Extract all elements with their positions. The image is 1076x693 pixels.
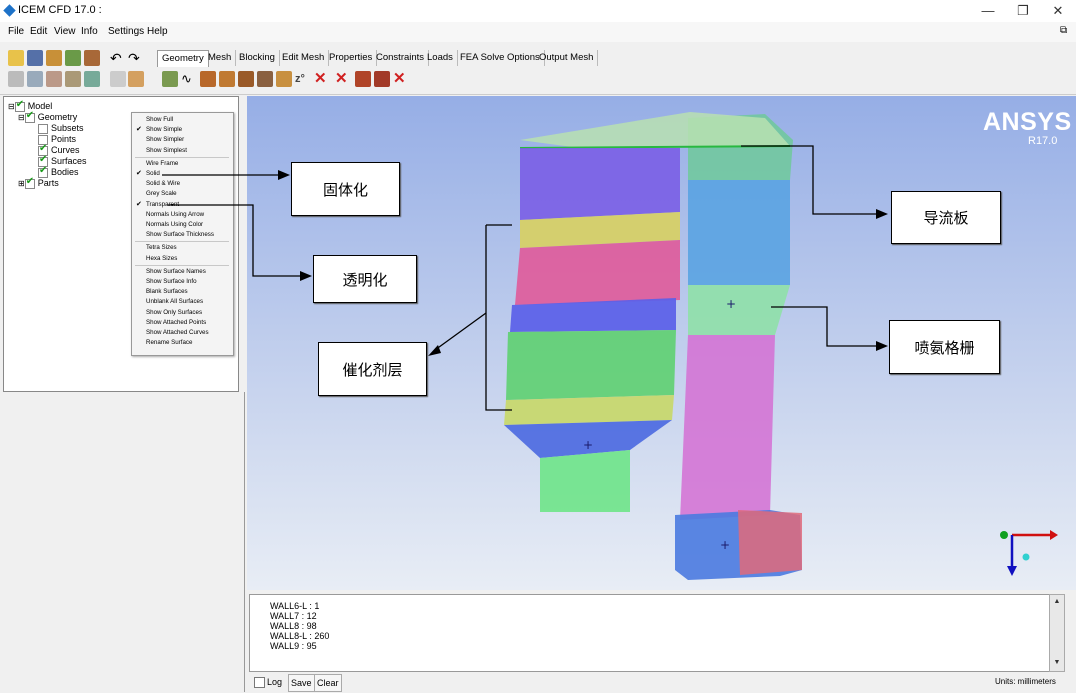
callout-solid: 固体化 <box>291 162 400 216</box>
message-scrollbar[interactable]: ▲ ▼ <box>1049 594 1065 672</box>
centroid-marker: + <box>583 438 593 452</box>
upper-right-duct <box>688 180 790 285</box>
scroll-up-icon[interactable]: ▲ <box>1051 596 1063 608</box>
callout-catalyst-layer: 催化剂层 <box>318 342 427 396</box>
ammonia-grid-section <box>688 285 790 335</box>
scroll-down-icon[interactable]: ▼ <box>1051 657 1063 669</box>
centroid-marker: + <box>726 297 736 311</box>
reactor-top-section <box>520 148 680 220</box>
log-label: Log <box>267 677 283 687</box>
axis-origin-icon <box>1022 553 1030 561</box>
reactor-mid-section <box>515 240 680 305</box>
log-checkbox[interactable] <box>254 677 265 688</box>
top-hood <box>520 112 790 148</box>
units-readout: Units: millimeters <box>995 677 1056 686</box>
message-log[interactable]: WALL6-L : 1 WALL7 : 12 WALL8 : 98 WALL8-… <box>249 594 1051 672</box>
catalyst-layer-3 <box>504 395 674 425</box>
message-line: WALL9 : 95 <box>270 641 317 651</box>
ansys-version: R17.0 <box>1028 135 1058 147</box>
centroid-marker: + <box>720 538 730 552</box>
reactor-lower-section <box>506 330 676 400</box>
y-axis-icon <box>1000 531 1008 539</box>
outlet-face <box>738 510 802 575</box>
callout-transparent: 透明化 <box>313 255 417 303</box>
callout-guide-plate: 导流板 <box>891 191 1001 244</box>
clear-log-button[interactable]: Clear <box>314 674 342 692</box>
hopper-outlet <box>540 450 630 512</box>
message-line: WALL8-L : 260 <box>270 631 330 641</box>
save-log-button[interactable]: Save <box>288 674 315 692</box>
message-line: WALL6-L : 1 <box>270 601 320 611</box>
callout-ammonia-grid: 喷氨格栅 <box>889 320 1000 374</box>
lower-right-duct <box>680 335 775 520</box>
message-line: WALL8 : 98 <box>270 621 317 631</box>
message-line: WALL7 : 12 <box>270 611 317 621</box>
ansys-logo: ANSYS <box>983 108 1072 136</box>
